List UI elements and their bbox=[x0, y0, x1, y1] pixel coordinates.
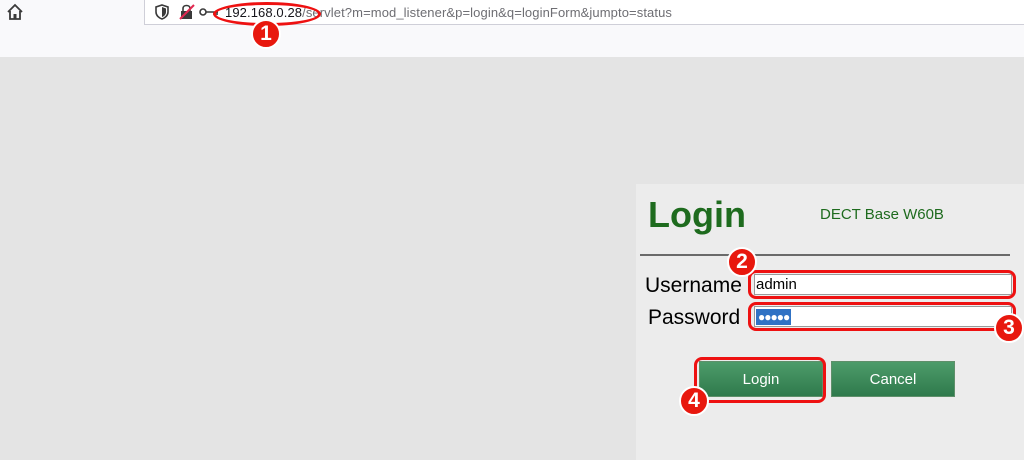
page-title: Login bbox=[648, 194, 746, 235]
annotation-marker-4: 4 bbox=[679, 386, 709, 416]
annotation-marker-1: 1 bbox=[251, 19, 281, 49]
device-model-label: DECT Base W60B bbox=[820, 206, 944, 223]
username-label: Username bbox=[645, 274, 742, 297]
home-icon[interactable] bbox=[6, 3, 24, 21]
divider bbox=[640, 254, 1010, 256]
browser-toolbar: 192.168.0.28/servlet?m=mod_listener&p=lo… bbox=[0, 0, 1024, 57]
insecure-connection-icon[interactable] bbox=[179, 4, 195, 20]
annotation-box-username bbox=[748, 270, 1016, 299]
annotation-marker-3: 3 bbox=[994, 313, 1024, 343]
password-label: Password bbox=[648, 306, 741, 329]
annotation-marker-2: 2 bbox=[727, 247, 757, 277]
url-path: /servlet?m=mod_listener&p=login&q=loginF… bbox=[302, 5, 672, 20]
cancel-button[interactable]: Cancel bbox=[831, 361, 955, 397]
shield-icon[interactable] bbox=[155, 4, 169, 20]
annotation-box-password bbox=[748, 302, 1016, 331]
annotation-box-login bbox=[694, 357, 826, 403]
